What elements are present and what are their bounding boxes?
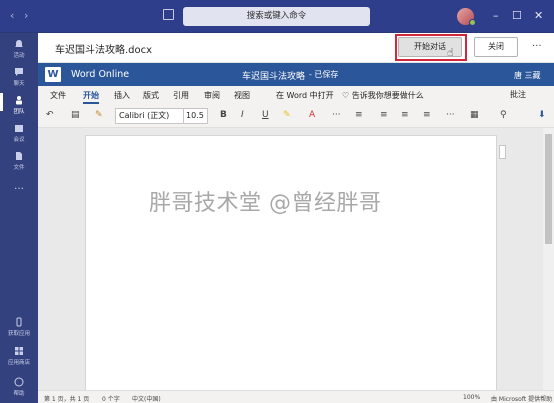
align-right-icon[interactable]: ≡	[423, 110, 431, 120]
tab-insert[interactable]: 插入	[114, 90, 130, 101]
cursor-icon: ☝	[447, 46, 454, 59]
file-header: 车迟国斗法攻略.docx 开始对话 ☝ 关闭 ···	[38, 33, 554, 63]
maximize-button[interactable]: ☐	[512, 9, 522, 22]
rail-chat[interactable]: 聊天	[0, 67, 38, 87]
find-icon[interactable]: ⚲	[500, 110, 507, 120]
rail-more[interactable]: …	[0, 181, 38, 192]
highlight-box	[395, 34, 467, 61]
tell-me-search[interactable]: ♡ 告诉我你想要做什么	[342, 90, 424, 101]
provider-text: 由 Microsoft 提供帮助	[491, 396, 553, 403]
tab-references[interactable]: 引用	[173, 90, 189, 101]
comments-button[interactable]: 批注	[510, 89, 526, 100]
calendar-icon	[15, 125, 23, 132]
format-painter-icon[interactable]: ✎	[95, 110, 103, 120]
more-options-button[interactable]: ···	[532, 41, 542, 52]
compose-icon[interactable]	[163, 9, 174, 20]
rail-label: 聊天	[13, 81, 25, 87]
bold-button[interactable]: B	[220, 110, 227, 120]
rail-label: 会议	[13, 137, 25, 143]
rail-label: 活动	[13, 53, 25, 59]
page-count: 第 1 页，共 1 页	[44, 396, 90, 403]
more-icon: …	[14, 181, 24, 192]
rail-help[interactable]: 帮助	[0, 377, 38, 397]
ribbon-tabs: 文件 开始 插入 版式 引用 审阅 视图 在 Word 中打开 ♡ 告诉我你想要…	[38, 86, 554, 104]
tab-file[interactable]: 文件	[50, 90, 66, 101]
font-name-select[interactable]: Calibri (正文)	[115, 108, 185, 124]
search-input[interactable]: 搜索或键入命令	[183, 7, 370, 26]
italic-button[interactable]: I	[241, 110, 244, 120]
align-center-icon[interactable]: ≡	[401, 110, 409, 120]
word-online-bar: W Word Online 车迟国斗法攻略 - 已保存 唐 三藏	[38, 63, 554, 86]
scrollbar-thumb[interactable]	[545, 134, 552, 244]
zoom-level[interactable]: 100%	[463, 394, 480, 401]
chat-icon	[15, 68, 23, 76]
app-rail: 活动 聊天 团队 会议 文件 … 获取应用 应用商店 帮助	[0, 33, 38, 403]
title-bar: ‹ › 搜索或键入命令 – ☐ ✕	[0, 0, 554, 33]
align-left-icon[interactable]: ≡	[380, 110, 388, 120]
rail-meetings[interactable]: 会议	[0, 123, 38, 143]
word-logo-icon: W	[45, 67, 61, 82]
word-count: 0 个字	[102, 396, 120, 403]
rail-files[interactable]: 文件	[0, 151, 38, 171]
teams-icon	[16, 96, 22, 105]
file-icon	[16, 152, 22, 160]
rail-store[interactable]: 应用商店	[0, 346, 38, 366]
watermark: 胖哥技术堂 @曾经胖哥	[149, 191, 382, 216]
underline-button[interactable]: U	[262, 110, 269, 120]
save-status: - 已保存	[309, 70, 339, 79]
editing-icon[interactable]: ⬇	[538, 110, 546, 120]
highlight-color-icon[interactable]: ✎	[283, 110, 291, 120]
page-marker	[499, 145, 506, 159]
font-size-select[interactable]: 10.5	[183, 108, 208, 124]
styles-icon[interactable]: ▦	[470, 110, 479, 120]
help-icon	[14, 377, 24, 387]
undo-icon[interactable]: ↶	[46, 110, 54, 120]
rail-label: 应用商店	[7, 360, 30, 366]
user-name[interactable]: 唐 三藏	[514, 70, 541, 81]
teams-window: ‹ › 搜索或键入命令 – ☐ ✕ 活动 聊天 团队 会议 文件 … 获取应用 …	[0, 0, 554, 403]
more-font-icon[interactable]: ···	[332, 110, 341, 120]
open-in-word-link[interactable]: 在 Word 中打开	[276, 90, 334, 101]
ribbon-toolbar: ↶ ▤ ✎ Calibri (正文) 10.5 B I U ✎ A ··· ≡ …	[38, 104, 554, 128]
file-name: 车迟国斗法攻略.docx	[55, 45, 153, 56]
store-icon	[15, 347, 23, 355]
tab-review[interactable]: 审阅	[204, 90, 220, 101]
status-bar: 第 1 页，共 1 页 0 个字 中文(中国) 100% 由 Microsoft…	[38, 390, 554, 403]
presence-status-icon	[469, 19, 476, 26]
tab-layout[interactable]: 版式	[143, 90, 159, 101]
minimize-button[interactable]: –	[493, 9, 499, 22]
paste-icon[interactable]: ▤	[71, 110, 80, 120]
document-area	[38, 128, 554, 395]
forward-button[interactable]: ›	[24, 9, 28, 22]
font-color-icon[interactable]: A	[309, 110, 315, 120]
rail-teams[interactable]: 团队	[0, 93, 38, 115]
more-paragraph-icon[interactable]: ···	[446, 110, 455, 120]
bullets-icon[interactable]: ≡	[355, 110, 363, 120]
close-window-button[interactable]: ✕	[534, 9, 543, 22]
language[interactable]: 中文(中国)	[132, 394, 161, 403]
back-button[interactable]: ‹	[10, 9, 14, 22]
rail-activity[interactable]: 活动	[0, 39, 38, 59]
rail-label: 文件	[13, 165, 25, 171]
bell-icon	[15, 40, 23, 47]
tab-view[interactable]: 视图	[234, 90, 250, 101]
document-page[interactable]	[85, 135, 497, 395]
document-title[interactable]: 车迟国斗法攻略	[242, 69, 305, 82]
rail-label: 获取应用	[7, 331, 30, 337]
rail-get-apps[interactable]: 获取应用	[0, 317, 38, 337]
phone-icon	[16, 317, 22, 327]
tab-home[interactable]: 开始	[83, 90, 99, 104]
rail-label: 帮助	[13, 391, 25, 397]
app-name: Word Online	[71, 69, 130, 80]
rail-label: 团队	[13, 109, 25, 115]
close-button[interactable]: 关闭	[474, 37, 518, 57]
